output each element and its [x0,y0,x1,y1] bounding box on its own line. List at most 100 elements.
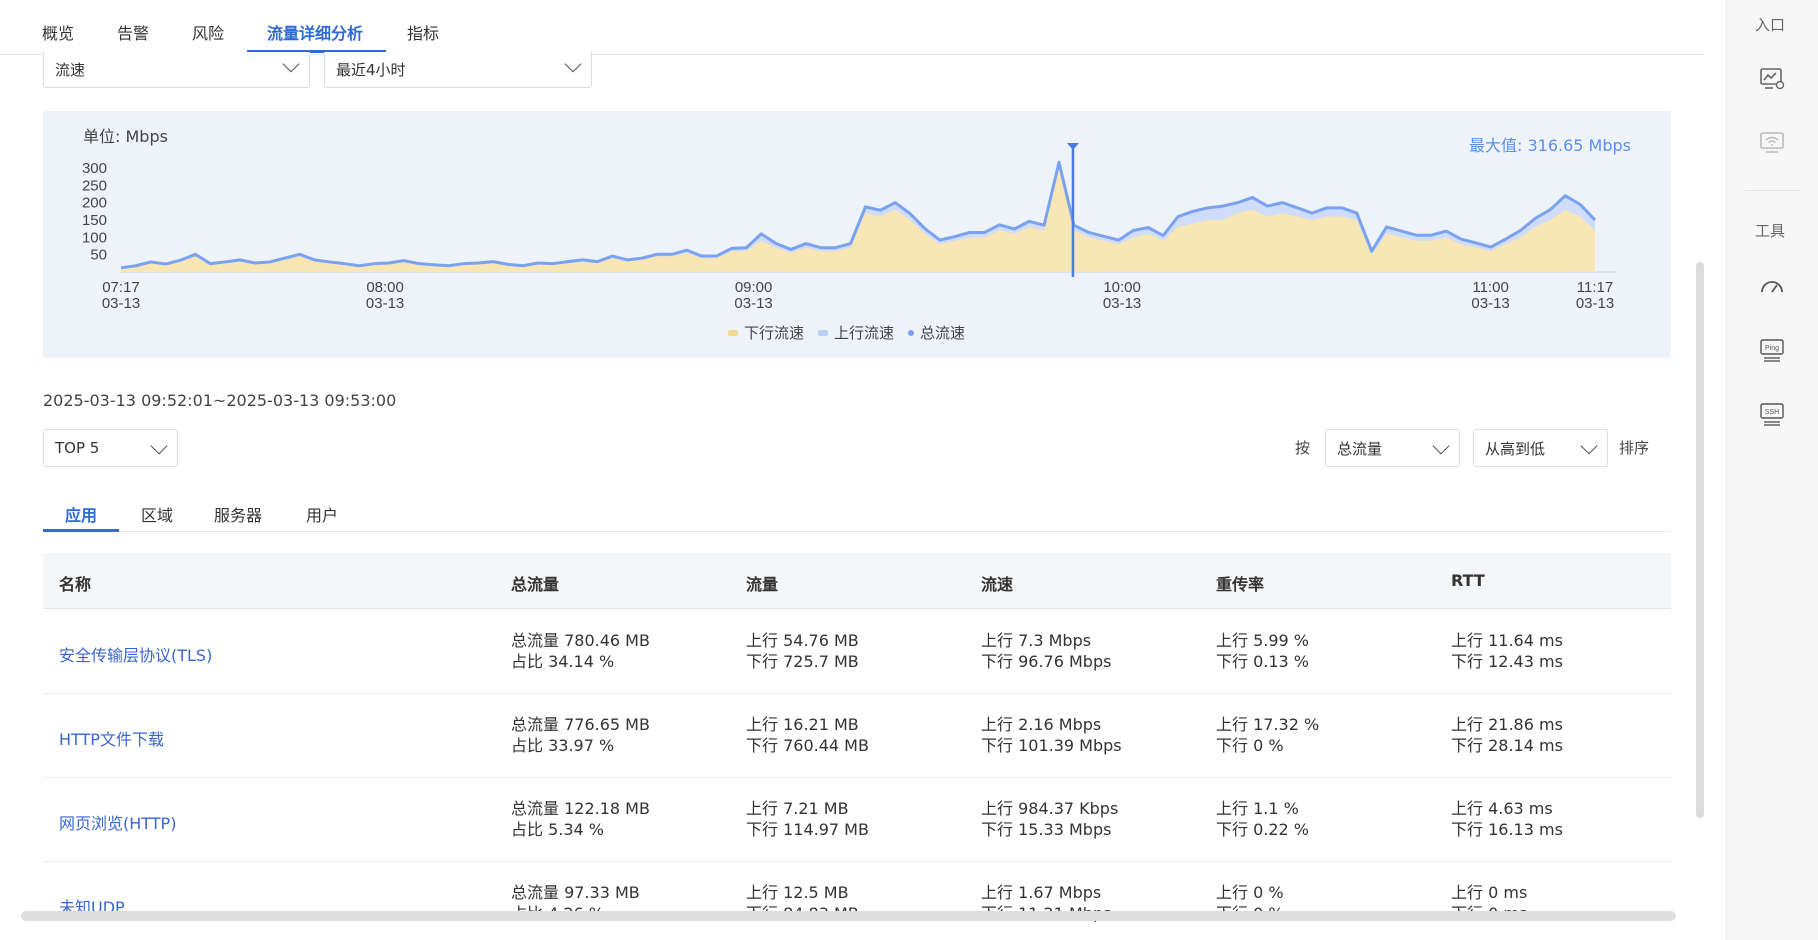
cell-speed: 上行 2.16 Mbps 下行 101.39 Mbps [981,714,1122,756]
sort-order-select[interactable]: 从高到低 [1473,429,1608,467]
cell-total: 总流量 122.18 MB 占比 5.34 % [511,798,650,840]
cell-speed: 上行 984.37 Kbps 下行 15.33 Mbps [981,798,1118,840]
x-tick-time-label: 10:00 [1103,279,1141,296]
ssh-icon[interactable]: SSH [1757,400,1787,430]
cell-line: 下行 15.33 Mbps [981,820,1112,839]
cell-line: 下行 114.97 MB [746,820,869,839]
tab-metrics[interactable]: 指标 [407,20,439,44]
ping-icon[interactable]: Ping [1757,336,1787,366]
time-range-select[interactable]: 最近4小时 [324,52,592,88]
app-name-link[interactable]: HTTP文件下载 [59,726,164,750]
tab-region[interactable]: 区域 [141,502,173,526]
sort-field-select-value: 总流量 [1337,439,1383,458]
x-tick-time-label: 11:17 [1577,279,1613,296]
table-row: 安全传输层协议(TLS) 总流量 780.46 MB 占比 34.14 % 上行 … [43,610,1671,694]
cell-line: 上行 5.99 % [1216,631,1310,650]
sort-prefix-label: 按 [1295,439,1311,457]
header-speed[interactable]: 流速 [981,571,1013,595]
legend-swatch-down [728,329,738,336]
cell-flow: 上行 16.21 MB 下行 760.44 MB [746,714,869,756]
header-total[interactable]: 总流量 [511,571,559,595]
sort-field-select[interactable]: 总流量 [1325,429,1460,467]
tab-application[interactable]: 应用 [65,502,97,526]
cell-line: 下行 0.22 % [1216,820,1310,839]
metric-select[interactable]: 流速 [43,52,310,88]
top-n-select-value: TOP 5 [55,439,100,457]
cell-line: 总流量 780.46 MB [511,631,650,650]
horizontal-scrollbar[interactable] [21,911,1676,921]
traffic-chart[interactable]: 5010015020025030007:1703-1308:0003-1309:… [43,111,1671,358]
x-tick-date-label: 03-13 [366,295,404,312]
x-tick-date-label: 03-13 [1471,295,1509,312]
header-retrans[interactable]: 重传率 [1216,571,1264,595]
ssh-icon-text: SSH [1765,409,1779,416]
y-tick-label: 200 [82,195,107,212]
legend-item-total[interactable]: 总流速 [908,322,965,343]
x-tick-date-label: 03-13 [1103,295,1141,312]
cell-rtt: 上行 4.63 ms 下行 16.13 ms [1451,798,1563,840]
header-flow[interactable]: 流量 [746,571,778,595]
chevron-down-icon [1580,437,1598,455]
cell-retrans: 上行 5.99 % 下行 0.13 % [1216,630,1309,672]
cell-line: 占比 33.97 % [511,736,615,755]
vertical-scrollbar[interactable] [1696,262,1704,818]
cell-line: 上行 7.3 Mbps [981,631,1092,650]
speed-gauge-icon[interactable] [1757,272,1787,302]
chevron-down-icon [1432,437,1450,455]
detail-time-range: 2025-03-13 09:52:01~2025-03-13 09:53:00 [43,391,397,410]
active-sub-tab-indicator [43,529,119,532]
x-tick-date-label: 03-13 [734,295,772,312]
legend-swatch-total [908,329,915,336]
cell-line: 上行 4.63 ms [1451,799,1553,818]
tab-overview[interactable]: 概览 [42,20,74,44]
time-range-select-value: 最近4小时 [336,61,406,79]
cell-line: 上行 0 ms [1451,883,1528,902]
cell-line: 上行 16.21 MB [746,715,859,734]
app-name-link[interactable]: 网页浏览(HTTP) [59,810,176,834]
monitor-settings-icon[interactable] [1757,64,1787,94]
cell-line: 上行 7.21 MB [746,799,849,818]
cell-line: 上行 54.76 MB [746,631,859,650]
metric-select-value: 流速 [55,61,86,79]
cell-rtt: 上行 21.86 ms 下行 28.14 ms [1451,714,1563,756]
x-tick-time-label: 08:00 [366,279,404,296]
sidebar-divider [1745,190,1801,191]
table-row: 网页浏览(HTTP) 总流量 122.18 MB 占比 5.34 % 上行 7.2… [43,778,1671,862]
cell-line: 下行 96.76 Mbps [981,652,1112,671]
cell-line: 上行 2.16 Mbps [981,715,1102,734]
y-tick-label: 250 [82,177,107,194]
tab-traffic-detail[interactable]: 流量详细分析 [267,20,363,44]
cell-line: 上行 0 % [1216,883,1284,902]
header-name[interactable]: 名称 [59,571,91,595]
cell-line: 上行 1.1 % [1216,799,1299,818]
time-marker-handle [1066,143,1079,150]
cell-line: 下行 760.44 MB [746,736,869,755]
top-n-select[interactable]: TOP 5 [43,429,178,467]
tab-alerts[interactable]: 告警 [117,20,149,44]
dimension-tab-bar: 应用 区域 服务器 用户 [43,494,1671,532]
cell-speed: 上行 7.3 Mbps 下行 96.76 Mbps [981,630,1111,672]
tab-risk[interactable]: 风险 [192,20,224,44]
cell-line: 总流量 97.33 MB [511,883,640,902]
tab-user[interactable]: 用户 [306,502,338,526]
legend-label-total: 总流速 [920,324,966,342]
cell-line: 下行 725.7 MB [746,652,859,671]
chevron-down-icon [564,55,582,73]
x-tick-date-label: 03-13 [102,295,140,312]
header-rtt[interactable]: RTT [1451,571,1485,590]
legend-item-up[interactable]: 上行流速 [818,322,894,343]
cell-line: 上行 17.32 % [1216,715,1320,734]
chevron-down-icon [150,437,168,455]
legend-item-down[interactable]: 下行流速 [728,322,804,343]
legend-swatch-up [818,329,829,336]
y-tick-label: 50 [90,247,107,264]
app-name-link[interactable]: 安全传输层协议(TLS) [59,642,212,666]
cell-line: 下行 28.14 ms [1451,736,1563,755]
cell-line: 占比 34.14 % [511,652,615,671]
cell-line: 下行 0.13 % [1216,652,1310,671]
cell-line: 上行 984.37 Kbps [981,799,1119,818]
tab-server[interactable]: 服务器 [214,502,262,526]
cell-line: 下行 16.13 ms [1451,820,1563,839]
wifi-monitor-icon[interactable] [1757,128,1787,158]
sort-order-select-value: 从高到低 [1485,439,1546,458]
